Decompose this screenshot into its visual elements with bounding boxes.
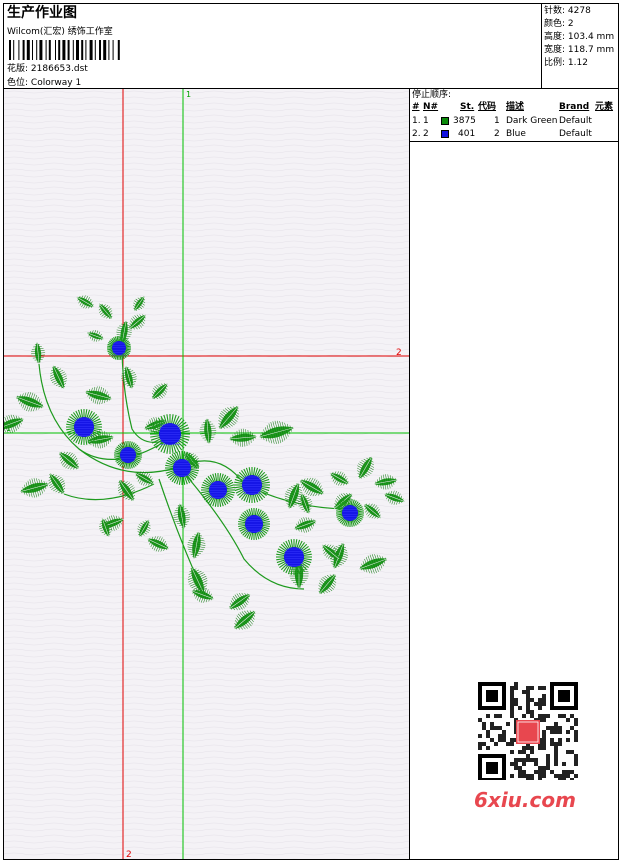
stat-width: 宽度: 118.7 mm (544, 45, 615, 55)
col-header-st: St. (460, 102, 475, 112)
col-header-code: 代码 (478, 102, 497, 112)
studio-subtitle: Wilcom(汇宏) 绣饰工作室 (7, 27, 113, 37)
design-file: 花版: 2186653.dst (7, 64, 88, 75)
barcode-image (9, 40, 120, 60)
design-canvas[interactable]: 1 1 2 2 (3, 88, 410, 860)
guide-label-green-top: 1 (186, 90, 191, 99)
stats-panel: 针数: 4278 颜色: 2 高度: 103.4 mm 宽度: 118.7 mm… (541, 3, 619, 89)
colorway-label: 色位: (7, 78, 29, 88)
design-label: 花版: (7, 64, 29, 74)
divider (410, 141, 619, 142)
embroidery-preview: 1 1 2 2 (4, 89, 409, 859)
stat-scale: 比例: 1.12 (544, 58, 588, 68)
design-value: 2186653.dst (30, 64, 88, 74)
col-header-element: 元素 (595, 102, 614, 112)
col-header-num: # (412, 102, 420, 112)
guide-label-red-bottom: 2 (126, 850, 132, 859)
stat-colors: 颜色: 2 (544, 19, 574, 29)
color-swatch (441, 117, 449, 125)
header-panel: 生产作业图 Wilcom(汇宏) 绣饰工作室 花版: 2186653.dst 色… (3, 3, 541, 89)
watermark-logo: 6xiu.com (474, 788, 576, 812)
col-header-brand: Brand (559, 102, 590, 112)
col-header-desc: 描述 (506, 102, 525, 112)
stat-stitches: 针数: 4278 (544, 6, 591, 16)
col-header-n: N# (423, 102, 439, 112)
guide-label-red-right: 2 (396, 348, 402, 358)
qr-code-image (470, 680, 582, 780)
colorway-value: Colorway 1 (30, 78, 82, 88)
color-swatch (441, 130, 449, 138)
page-title: 生产作业图 (7, 5, 77, 21)
stat-height: 高度: 103.4 mm (544, 32, 615, 42)
stop-sequence-title: 停止顺序: (412, 90, 452, 100)
